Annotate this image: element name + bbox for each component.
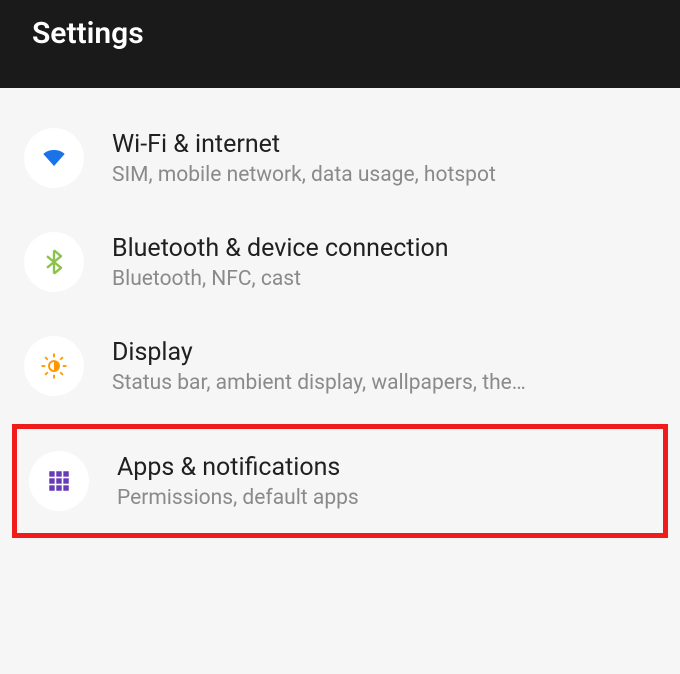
item-text: Apps & notifications Permissions, defaul… <box>117 453 651 510</box>
item-subtitle: Status bar, ambient display, wallpapers,… <box>112 371 656 395</box>
settings-item-wifi[interactable]: Wi-Fi & internet SIM, mobile network, da… <box>0 106 680 210</box>
item-subtitle: Bluetooth, NFC, cast <box>112 267 656 291</box>
item-subtitle: SIM, mobile network, data usage, hotspot <box>112 163 656 187</box>
item-title: Display <box>112 338 656 367</box>
item-text: Display Status bar, ambient display, wal… <box>112 338 656 395</box>
settings-item-bluetooth[interactable]: Bluetooth & device connection Bluetooth,… <box>0 210 680 314</box>
item-text: Wi-Fi & internet SIM, mobile network, da… <box>112 130 656 187</box>
settings-list: Wi-Fi & internet SIM, mobile network, da… <box>0 88 680 538</box>
settings-item-apps[interactable]: Apps & notifications Permissions, defaul… <box>12 424 668 538</box>
page-title: Settings <box>32 16 144 51</box>
wifi-icon <box>24 128 84 188</box>
display-icon <box>24 336 84 396</box>
apps-icon <box>29 451 89 511</box>
item-title: Apps & notifications <box>117 453 651 482</box>
item-subtitle: Permissions, default apps <box>117 486 651 510</box>
header: Settings <box>0 0 680 88</box>
bluetooth-icon <box>24 232 84 292</box>
item-title: Wi-Fi & internet <box>112 130 656 159</box>
item-title: Bluetooth & device connection <box>112 234 656 263</box>
item-text: Bluetooth & device connection Bluetooth,… <box>112 234 656 291</box>
settings-item-display[interactable]: Display Status bar, ambient display, wal… <box>0 314 680 418</box>
